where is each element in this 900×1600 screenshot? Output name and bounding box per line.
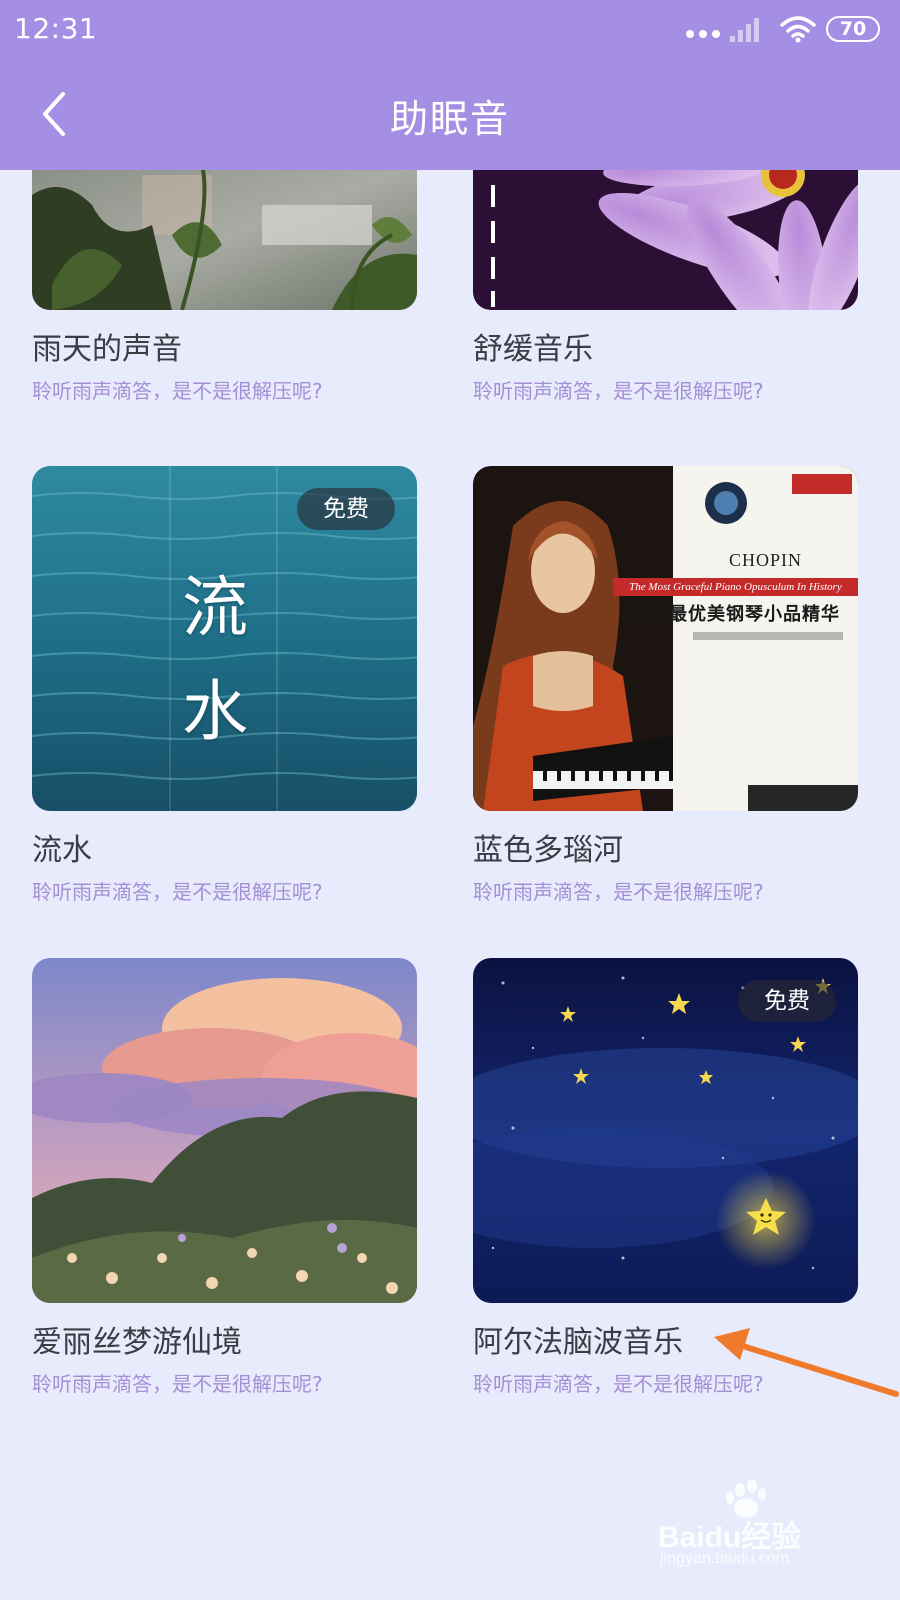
card-title: 流水 <box>32 833 92 868</box>
card-image: CHOPIN The Most Graceful Piano Opusculum… <box>473 466 858 811</box>
card-title: 爱丽丝梦游仙境 <box>32 1325 242 1360</box>
card-title: 雨天的声音 <box>32 332 182 367</box>
page-title: 助眠音 <box>389 97 510 141</box>
card-description: 聆听雨声滴答，是不是很解压呢? <box>473 379 764 403</box>
card-description: 聆听雨声滴答，是不是很解压呢? <box>32 379 323 403</box>
signal-icon <box>730 18 759 42</box>
sound-card-flowing-water[interactable]: 流 水 免费 流水 聆听雨声滴答，是不是很解压呢? <box>32 466 417 905</box>
card-title: 舒缓音乐 <box>473 332 593 367</box>
card-image <box>32 958 417 1303</box>
card-description: 聆听雨声滴答，是不是很解压呢? <box>473 880 764 904</box>
sound-card-soothing[interactable]: 舒缓音乐 聆听雨声滴答，是不是很解压呢? <box>473 165 858 404</box>
status-time: 12:31 <box>14 12 98 45</box>
card-image: 流 水 免费 <box>32 466 417 811</box>
watermark-url: jingyan.baidu.com <box>660 1550 789 1567</box>
album-chinese-title: 史上最优美钢琴小品精华 <box>631 604 840 625</box>
more-dots-icon <box>686 30 720 38</box>
card-description: 聆听雨声滴答，是不是很解压呢? <box>32 1372 323 1396</box>
card-description: 聆听雨声滴答，是不是很解压呢? <box>32 880 323 904</box>
card-image: 免费 <box>473 958 858 1303</box>
wifi-icon <box>780 16 816 43</box>
app-header: 12:31 70 助眠音 <box>0 0 900 170</box>
card-image <box>32 165 417 310</box>
album-subtitle: The Most Graceful Piano Opusculum In His… <box>613 578 858 596</box>
baidu-watermark: Baidu经验 jingyan.baidu.com <box>658 1478 838 1572</box>
album-tag <box>792 474 852 494</box>
image-title-char: 流 <box>182 569 248 646</box>
album-logo-icon <box>705 482 747 524</box>
annotation-arrow-icon <box>714 1328 899 1397</box>
sound-card-rain[interactable]: 雨天的声音 聆听雨声滴答，是不是很解压呢? <box>32 165 417 404</box>
album-chopin-label: CHOPIN <box>728 550 802 570</box>
album-small-text <box>693 632 843 640</box>
sound-card-alice[interactable]: 爱丽丝梦游仙境 聆听雨声滴答，是不是很解压呢? <box>32 958 417 1397</box>
image-title-char: 水 <box>182 673 248 750</box>
free-badge: 免费 <box>297 488 395 530</box>
status-icons: 70 <box>660 14 880 48</box>
free-badge: 免费 <box>738 980 836 1022</box>
card-image <box>473 165 858 310</box>
card-title: 蓝色多瑙河 <box>473 833 623 868</box>
album-cover-text: CHOPIN The Most Graceful Piano Opusculum… <box>613 466 858 811</box>
album-footer <box>748 785 858 811</box>
sound-card-blue-danube[interactable]: CHOPIN The Most Graceful Piano Opusculum… <box>473 466 858 905</box>
battery-indicator: 70 <box>826 16 880 42</box>
